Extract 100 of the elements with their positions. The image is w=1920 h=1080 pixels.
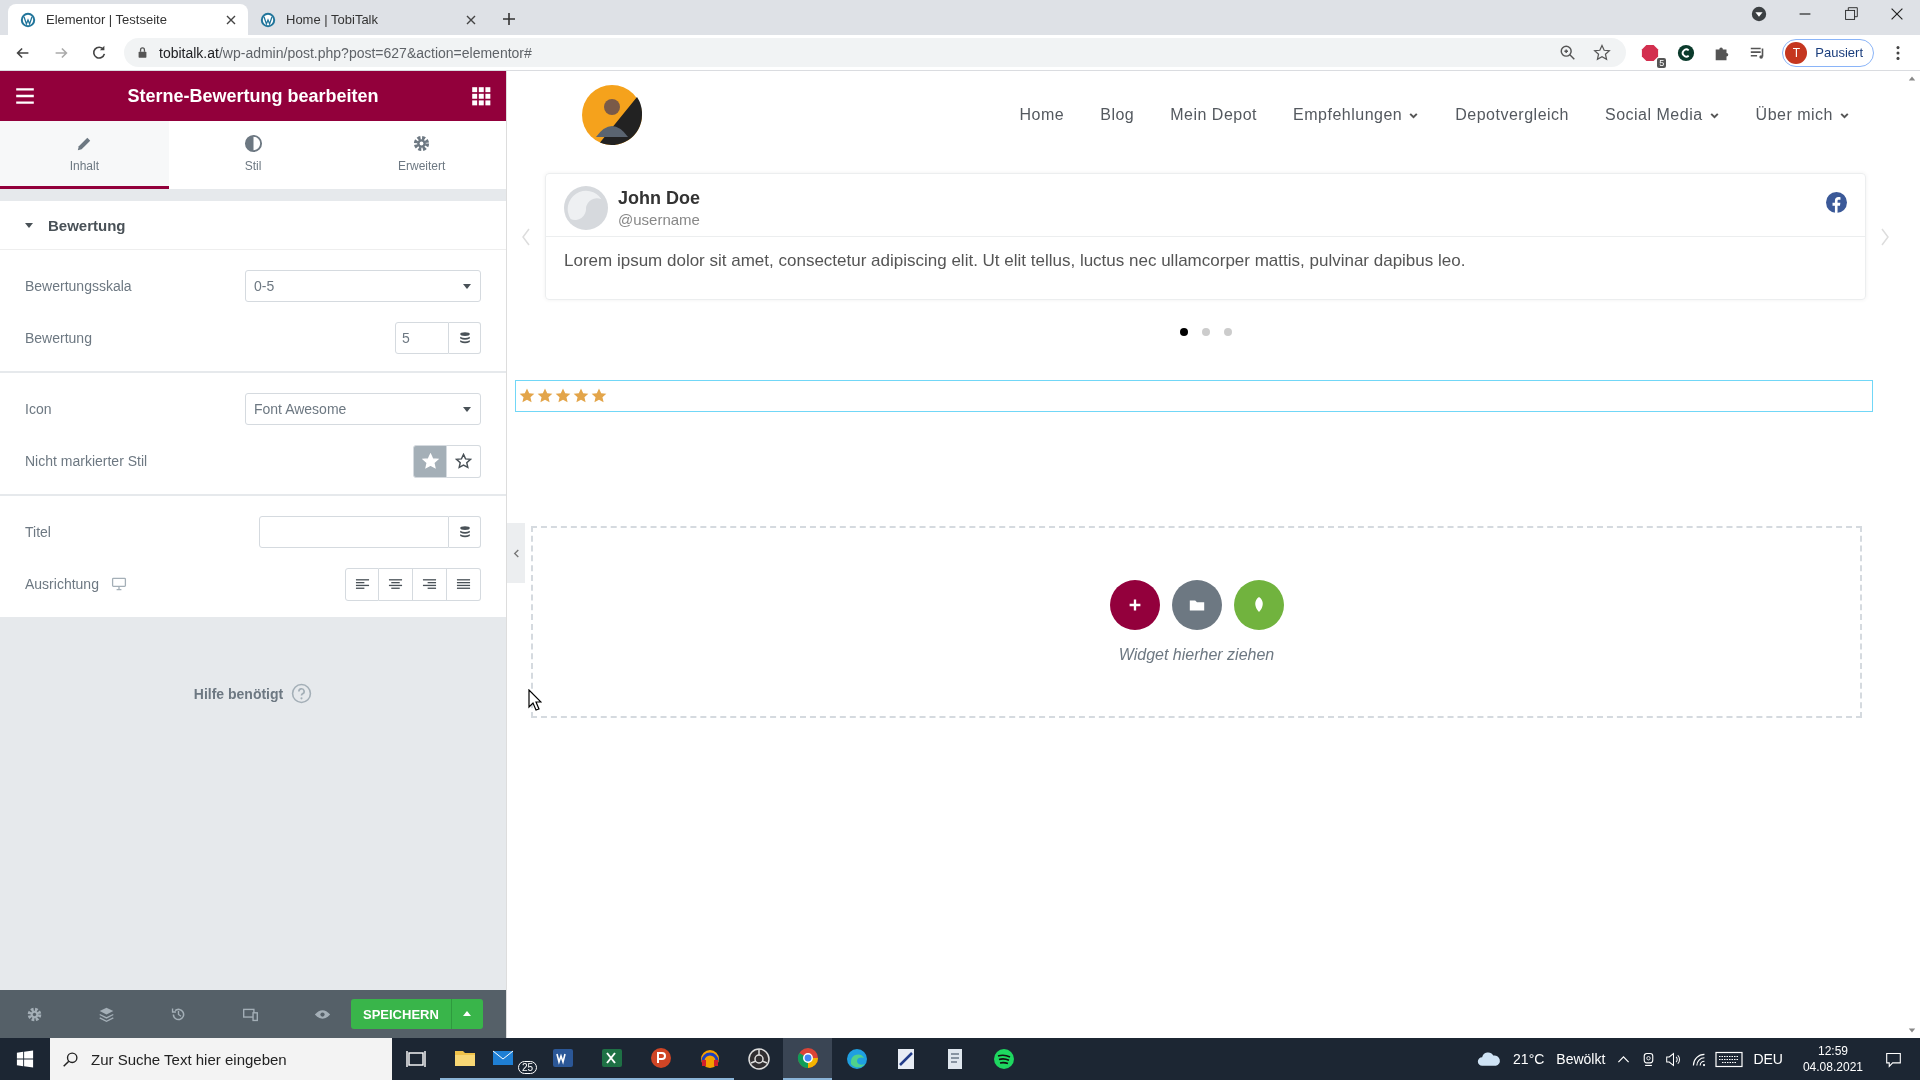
alignment-option[interactable] xyxy=(345,567,379,601)
align-left-icon xyxy=(354,576,370,592)
nav-link[interactable]: Home xyxy=(1019,106,1065,124)
new-tab-icon[interactable] xyxy=(502,12,516,26)
nav-link[interactable]: Social Media xyxy=(1605,106,1720,124)
wordpress-icon xyxy=(20,11,36,28)
nav-link[interactable]: Über mich xyxy=(1755,106,1850,124)
bookmark-star-icon[interactable] xyxy=(1593,43,1612,62)
carousel-dot[interactable] xyxy=(1201,328,1210,336)
mouse-cursor-icon xyxy=(528,689,542,711)
mail-count-badge: 25 xyxy=(517,1061,537,1074)
close-tab-icon[interactable] xyxy=(226,14,236,25)
clock-date[interactable]: 04.08.2021 xyxy=(1802,1060,1863,1074)
extension-badge: 5 xyxy=(1657,57,1667,68)
control-label: Bewertungsskala xyxy=(25,278,132,294)
keyboard-icon[interactable] xyxy=(1715,1050,1744,1068)
add-template-button[interactable] xyxy=(1171,580,1222,630)
section-header[interactable]: Bewertung xyxy=(0,201,506,250)
url-text: tobitalk.at/wp-admin/post.php?post=627&action=elementor# xyxy=(159,44,532,61)
select-field[interactable]: Font Awesome xyxy=(245,393,481,425)
scroll-up-icon[interactable] xyxy=(1908,75,1916,83)
grammarly-icon[interactable] xyxy=(1677,43,1696,62)
panel-title: Sterne-Bewertung bearbeiten xyxy=(126,85,380,107)
menu-icon[interactable] xyxy=(14,85,36,107)
excel-icon[interactable] xyxy=(599,1046,624,1070)
speaker-icon[interactable] xyxy=(1665,1050,1683,1068)
author-handle: @username xyxy=(618,211,700,228)
windows-start-icon[interactable] xyxy=(16,1050,34,1068)
alignment-option[interactable] xyxy=(413,567,447,601)
panel-tab[interactable]: Erweitert xyxy=(337,121,506,189)
browser-tab[interactable]: Home | TobiTalk xyxy=(248,4,488,35)
testimonial-text: Lorem ipsum dolor sit amet, consectetur adipiscing elit. Ut elit tellus, luctus nec ullamcorper mattis, pulvinar dapibus leo. xyxy=(564,251,1466,270)
carousel-dot[interactable] xyxy=(1223,328,1232,336)
zoom-icon[interactable] xyxy=(1559,43,1578,62)
control-label: Bewertung xyxy=(25,330,92,346)
layers-icon[interactable] xyxy=(98,1005,115,1023)
settings-icon[interactable] xyxy=(26,1005,43,1023)
add-section-button[interactable] xyxy=(1109,580,1160,630)
language-indicator[interactable]: DEU xyxy=(1753,1051,1783,1067)
aperture-icon[interactable] xyxy=(746,1047,771,1071)
star-icon xyxy=(455,452,472,470)
control-label: Titel xyxy=(25,524,51,540)
close-tab-icon[interactable] xyxy=(466,14,476,25)
word-icon[interactable] xyxy=(550,1046,575,1070)
reload-icon[interactable] xyxy=(90,43,108,62)
star-icon xyxy=(421,452,439,470)
restore-icon[interactable] xyxy=(1842,4,1860,23)
dropdown-caret-icon xyxy=(462,281,472,291)
number-field[interactable]: 5 xyxy=(395,322,449,354)
dynamic-tags-button[interactable] xyxy=(449,322,481,354)
search-icon xyxy=(62,1050,79,1068)
rating-star-icon xyxy=(572,387,590,405)
powerpoint-icon[interactable] xyxy=(648,1046,673,1070)
lock-icon xyxy=(136,46,149,59)
notifications-icon[interactable] xyxy=(1885,1050,1902,1068)
tab-search-icon[interactable] xyxy=(1750,4,1768,23)
clock-time[interactable]: 12:59 xyxy=(1817,1044,1848,1058)
rating-star-icon xyxy=(554,387,572,405)
rating-star-icon xyxy=(590,387,608,405)
align-justify-icon xyxy=(456,576,471,592)
carousel-dot[interactable] xyxy=(1179,328,1188,336)
drop-zone-hint: Widget hierher ziehen xyxy=(1118,646,1275,664)
rating-star-icon xyxy=(518,387,536,405)
nav-link[interactable]: Blog xyxy=(1100,106,1135,124)
dynamic-tags-button[interactable] xyxy=(449,516,481,548)
collapse-panel-handle[interactable] xyxy=(507,523,525,583)
alignment-option[interactable] xyxy=(447,567,481,601)
nav-link[interactable]: Depotvergleich xyxy=(1455,106,1569,124)
browser-tab[interactable]: Elementor | Testseite xyxy=(8,4,248,35)
user-avatar xyxy=(564,186,608,230)
caret-icon xyxy=(24,220,34,230)
nav-link[interactable]: Mein Depot xyxy=(1170,106,1258,124)
adblock-icon[interactable] xyxy=(1641,43,1660,62)
cloud-icon[interactable] xyxy=(1477,1050,1502,1068)
facebook-icon[interactable] xyxy=(1826,192,1847,213)
profile-avatar: T xyxy=(1785,41,1808,64)
database-icon xyxy=(457,331,472,345)
star-style-option[interactable] xyxy=(447,444,481,478)
scroll-down-icon[interactable] xyxy=(1908,1026,1916,1034)
spotify-icon[interactable] xyxy=(991,1047,1016,1071)
chrome-icon[interactable] xyxy=(795,1046,820,1070)
rating-star-icon xyxy=(536,387,554,405)
panel-tab[interactable]: Inhalt xyxy=(0,121,169,189)
align-right-icon xyxy=(422,576,437,592)
star-style-option[interactable] xyxy=(413,444,447,478)
author-name: John Doe xyxy=(618,188,700,209)
logo-avatar[interactable] xyxy=(582,85,642,145)
select-field[interactable]: 0-5 xyxy=(245,270,481,302)
panel-tab[interactable]: Stil xyxy=(168,121,338,189)
address-bar[interactable]: tobitalk.at/wp-admin/post.php?post=627&action=elementor# xyxy=(124,38,1627,67)
grid-icon[interactable] xyxy=(470,85,492,107)
nav-link[interactable]: Empfehlungen xyxy=(1293,106,1420,124)
kit-library-button[interactable] xyxy=(1233,580,1284,630)
alignment-option[interactable] xyxy=(379,567,413,601)
temperature-text: 21°C xyxy=(1513,1051,1545,1067)
control-label: Ausrichtung xyxy=(25,576,99,592)
edge-icon[interactable] xyxy=(844,1047,869,1071)
help-link[interactable]: Hilfe benötigt xyxy=(193,685,284,702)
text-field[interactable] xyxy=(259,516,449,548)
taskbar-search-field[interactable]: Zur Suche Text hier eingeben xyxy=(50,1038,392,1080)
